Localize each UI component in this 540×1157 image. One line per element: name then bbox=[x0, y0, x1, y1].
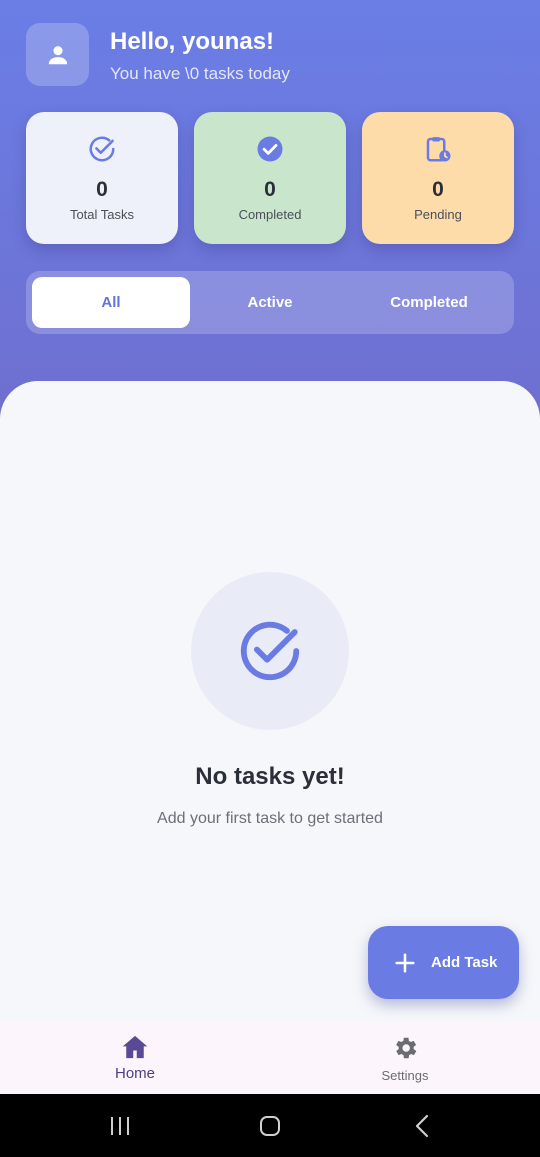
greeting-title: Hello, younas! bbox=[110, 28, 275, 55]
add-task-label: Add Task bbox=[431, 954, 498, 971]
stat-total-label: Total Tasks bbox=[69, 207, 135, 222]
stat-pending-value: 0 bbox=[432, 178, 444, 201]
filter-tabs: All Active Completed bbox=[26, 271, 514, 334]
nav-settings-label: Settings bbox=[381, 1068, 429, 1083]
header: Hello, younas! You have \0 tasks today 0… bbox=[0, 0, 540, 430]
home-icon bbox=[121, 1034, 149, 1060]
nav-home-label: Home bbox=[114, 1065, 155, 1082]
stat-completed-label: Completed bbox=[238, 207, 302, 222]
back-icon bbox=[414, 1114, 430, 1138]
system-back-button[interactable] bbox=[382, 1094, 462, 1157]
gear-icon bbox=[391, 1034, 419, 1062]
add-task-button[interactable]: Add Task bbox=[368, 926, 519, 999]
system-home-button[interactable] bbox=[230, 1094, 310, 1157]
clipboard-clock-icon bbox=[423, 134, 453, 164]
system-home-icon bbox=[258, 1114, 282, 1138]
tab-active[interactable]: Active bbox=[192, 277, 348, 328]
stat-total-value: 0 bbox=[96, 178, 108, 201]
recent-apps-icon bbox=[108, 1115, 132, 1137]
system-navigation-bar bbox=[0, 1094, 540, 1157]
check-circle-filled-icon bbox=[255, 134, 285, 164]
greeting-subtitle: You have \0 tasks today bbox=[110, 64, 290, 83]
task-list-sheet: No tasks yet! Add your first task to get… bbox=[0, 381, 540, 1021]
empty-state-title: No tasks yet! bbox=[195, 763, 345, 790]
recent-apps-button[interactable] bbox=[80, 1094, 160, 1157]
nav-item-settings[interactable]: Settings bbox=[305, 1021, 505, 1094]
person-icon bbox=[45, 42, 71, 68]
tab-all[interactable]: All bbox=[32, 277, 190, 328]
stat-card-completed[interactable]: 0 Completed bbox=[194, 112, 346, 244]
bottom-navigation: Home Settings bbox=[0, 1021, 540, 1094]
empty-state-illustration bbox=[191, 572, 349, 730]
plus-icon bbox=[394, 952, 416, 974]
stat-card-pending[interactable]: 0 Pending bbox=[362, 112, 514, 244]
empty-state-subtitle: Add your first task to get started bbox=[157, 810, 383, 827]
check-circle-outline-icon bbox=[87, 134, 117, 164]
check-circle-outline-icon bbox=[235, 616, 305, 686]
nav-item-home[interactable]: Home bbox=[35, 1021, 235, 1094]
avatar[interactable] bbox=[26, 23, 89, 86]
stat-pending-label: Pending bbox=[414, 207, 462, 222]
stat-completed-value: 0 bbox=[264, 178, 276, 201]
tab-completed[interactable]: Completed bbox=[350, 277, 508, 328]
app-screen: Hello, younas! You have \0 tasks today 0… bbox=[0, 0, 540, 1157]
stat-card-total[interactable]: 0 Total Tasks bbox=[26, 112, 178, 244]
